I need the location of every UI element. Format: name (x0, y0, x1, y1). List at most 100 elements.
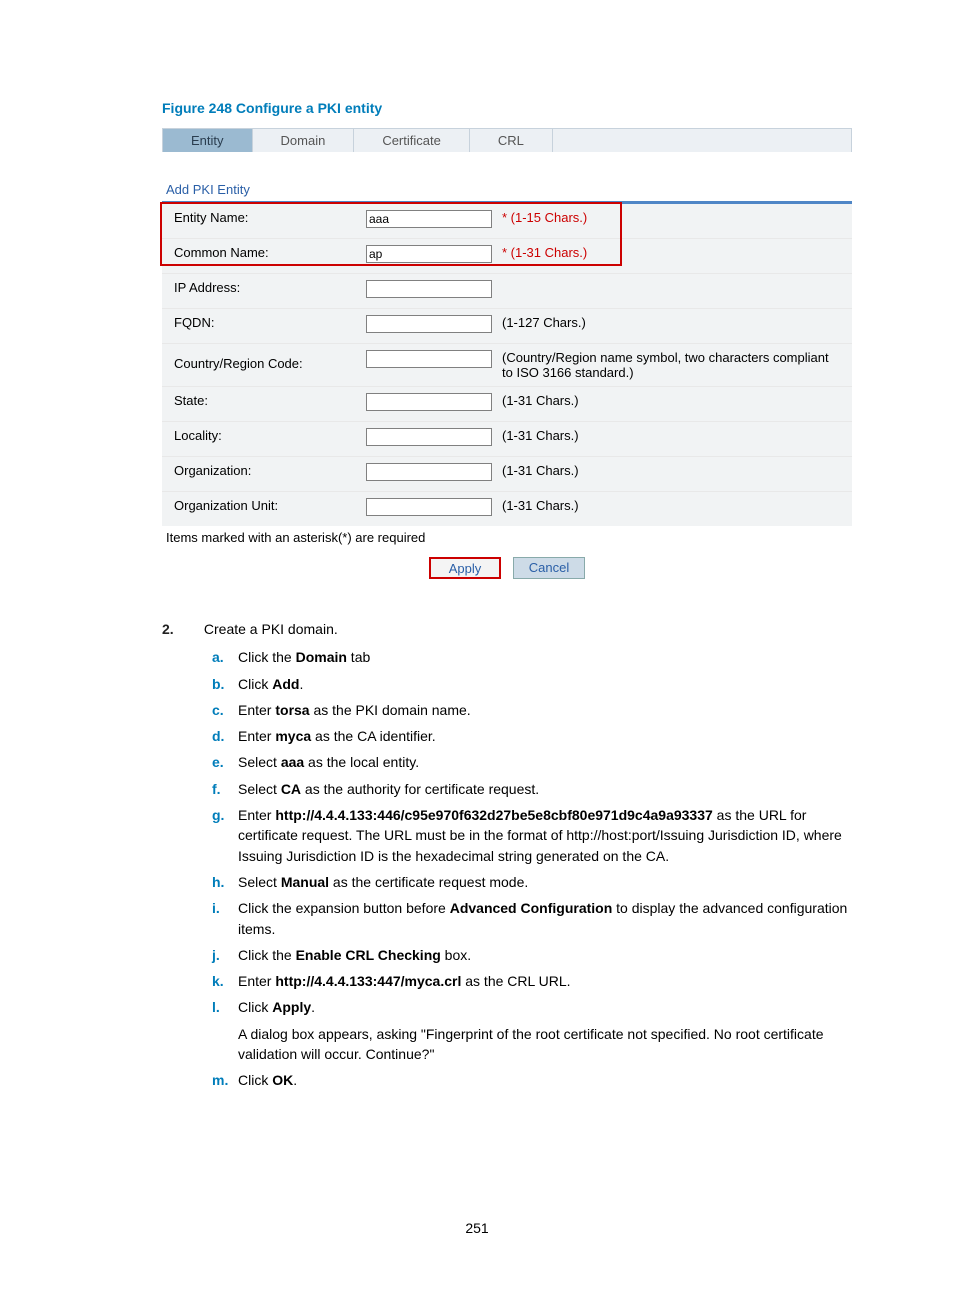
substep-post: as the CRL URL. (461, 973, 570, 989)
form-subhead: Add PKI Entity (166, 182, 852, 197)
screenshot-panel: Entity Domain Certificate CRL Add PKI En… (162, 128, 852, 589)
substep-text: Enter (238, 702, 275, 718)
org-hint: (1-31 Chars.) (496, 461, 848, 480)
step-title: Create a PKI domain. (204, 619, 338, 639)
substep-letter: l. (212, 997, 230, 1064)
substep-a: a. Click the Domain tab (212, 647, 864, 667)
ip-label: IP Address: (166, 278, 366, 297)
step-number: 2. (162, 619, 200, 639)
substep-text: Click (238, 999, 272, 1015)
substep-i: i. Click the expansion button before Adv… (212, 898, 864, 939)
substep-bold: Advanced Configuration (450, 900, 613, 916)
substep-h: h. Select Manual as the certificate requ… (212, 872, 864, 892)
substep-post: as the local entity. (304, 754, 419, 770)
substep-e: e. Select aaa as the local entity. (212, 752, 864, 772)
substep-text: Click the expansion button before (238, 900, 450, 916)
substep-text: Select (238, 874, 281, 890)
button-row: Apply Cancel (162, 553, 852, 589)
orgunit-input[interactable] (366, 498, 492, 516)
org-label: Organization: (166, 461, 366, 480)
substep-post: as the authority for certificate request… (301, 781, 539, 797)
substep-post: . (311, 999, 315, 1015)
substep-letter: c. (212, 700, 230, 720)
substep-l: l. Click Apply. A dialog box appears, as… (212, 997, 864, 1064)
country-label: Country/Region Code: (166, 348, 366, 373)
fqdn-hint: (1-127 Chars.) (496, 313, 848, 332)
ip-input[interactable] (366, 280, 492, 298)
substep-bold: Enable CRL Checking (296, 947, 441, 963)
substep-bold: myca (275, 728, 311, 744)
substep-m: m. Click OK. (212, 1070, 864, 1090)
substep-bold: CA (281, 781, 301, 797)
figure-caption: Figure 248 Configure a PKI entity (162, 100, 864, 116)
substep-extra: A dialog box appears, asking "Fingerprin… (238, 1024, 864, 1065)
locality-label: Locality: (166, 426, 366, 445)
substep-bold: Apply (272, 999, 311, 1015)
substep-text: Enter (238, 973, 275, 989)
orgunit-label: Organization Unit: (166, 496, 366, 515)
substep-text: Click (238, 676, 272, 692)
substep-letter: b. (212, 674, 230, 694)
substep-letter: k. (212, 971, 230, 991)
tab-spacer (553, 129, 851, 152)
substep-letter: m. (212, 1070, 230, 1090)
substep-bold: torsa (275, 702, 309, 718)
tab-domain[interactable]: Domain (253, 129, 355, 152)
substep-d: d. Enter myca as the CA identifier. (212, 726, 864, 746)
substep-post: . (299, 676, 303, 692)
tab-entity[interactable]: Entity (163, 129, 253, 152)
substep-text: Click the (238, 649, 296, 665)
state-input[interactable] (366, 393, 492, 411)
org-input[interactable] (366, 463, 492, 481)
substep-bold: aaa (281, 754, 304, 770)
tab-crl[interactable]: CRL (470, 129, 553, 152)
substep-letter: d. (212, 726, 230, 746)
page-number: 251 (0, 1220, 954, 1236)
common-name-input[interactable]: ap (366, 245, 492, 263)
country-hint: (Country/Region name symbol, two charact… (496, 348, 848, 382)
substep-post: as the CA identifier. (311, 728, 436, 744)
locality-hint: (1-31 Chars.) (496, 426, 848, 445)
asterisk-note: Items marked with an asterisk(*) are req… (162, 526, 852, 553)
substep-c: c. Enter torsa as the PKI domain name. (212, 700, 864, 720)
substep-letter: h. (212, 872, 230, 892)
substep-letter: e. (212, 752, 230, 772)
ip-hint (496, 278, 848, 282)
substep-post: as the certificate request mode. (329, 874, 528, 890)
common-name-hint: * (1-31 Chars.) (496, 243, 848, 262)
substep-bold: Domain (296, 649, 347, 665)
substep-k: k. Enter http://4.4.4.133:447/myca.crl a… (212, 971, 864, 991)
substep-letter: j. (212, 945, 230, 965)
substep-post: box. (441, 947, 471, 963)
substep-g: g. Enter http://4.4.4.133:446/c95e970f63… (212, 805, 864, 866)
substep-j: j. Click the Enable CRL Checking box. (212, 945, 864, 965)
substep-letter: i. (212, 898, 230, 939)
substep-text: Click the (238, 947, 296, 963)
fqdn-input[interactable] (366, 315, 492, 333)
substep-bold: Manual (281, 874, 329, 890)
tab-bar: Entity Domain Certificate CRL (162, 128, 852, 152)
substep-text: Enter (238, 807, 275, 823)
entity-name-hint: * (1-15 Chars.) (496, 208, 848, 227)
substep-bold: Add (272, 676, 299, 692)
substep-letter: g. (212, 805, 230, 866)
entity-name-input[interactable]: aaa (366, 210, 492, 228)
country-input[interactable] (366, 350, 492, 368)
state-label: State: (166, 391, 366, 410)
substep-post: tab (347, 649, 370, 665)
locality-input[interactable] (366, 428, 492, 446)
substep-text: Select (238, 781, 281, 797)
fqdn-label: FQDN: (166, 313, 366, 332)
substep-bold: OK (272, 1072, 293, 1088)
substep-text: Enter (238, 728, 275, 744)
state-hint: (1-31 Chars.) (496, 391, 848, 410)
substep-text: Select (238, 754, 281, 770)
tab-certificate[interactable]: Certificate (354, 129, 470, 152)
substep-letter: a. (212, 647, 230, 667)
cancel-button[interactable]: Cancel (513, 557, 585, 579)
substep-letter: f. (212, 779, 230, 799)
orgunit-hint: (1-31 Chars.) (496, 496, 848, 515)
substep-f: f. Select CA as the authority for certif… (212, 779, 864, 799)
apply-button[interactable]: Apply (429, 557, 501, 579)
pki-form: Entity Name: aaa * (1-15 Chars.) Common … (162, 201, 852, 526)
